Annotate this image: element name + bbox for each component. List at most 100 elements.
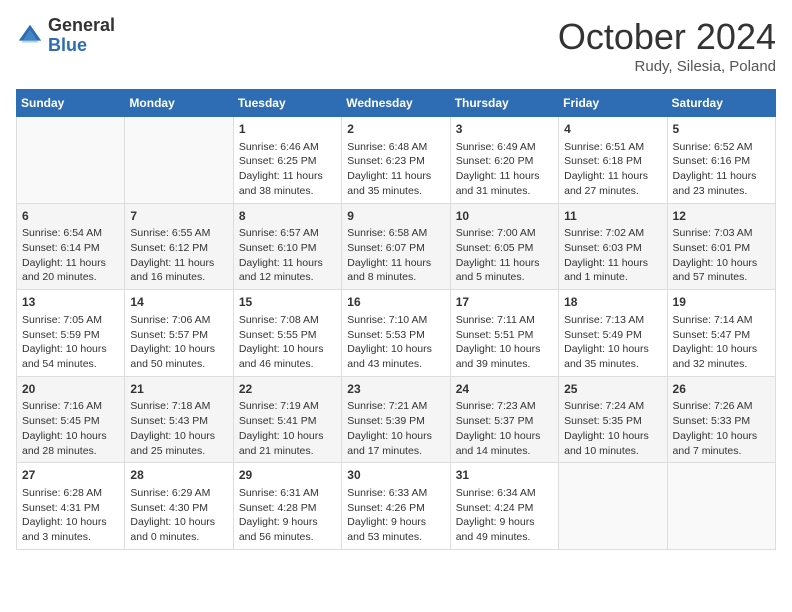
cell-text: Sunset: 6:20 PM — [456, 154, 553, 169]
cell-text: Daylight: 11 hours and 27 minutes. — [564, 169, 661, 198]
logo-general: General — [48, 16, 115, 36]
cell-text: Daylight: 10 hours and 10 minutes. — [564, 429, 661, 458]
calendar-cell: 21Sunrise: 7:18 AMSunset: 5:43 PMDayligh… — [125, 376, 233, 463]
calendar-cell: 31Sunrise: 6:34 AMSunset: 4:24 PMDayligh… — [450, 463, 558, 550]
calendar-cell: 26Sunrise: 7:26 AMSunset: 5:33 PMDayligh… — [667, 376, 775, 463]
calendar-cell: 15Sunrise: 7:08 AMSunset: 5:55 PMDayligh… — [233, 290, 341, 377]
cell-text: Daylight: 10 hours and 14 minutes. — [456, 429, 553, 458]
day-number: 23 — [347, 381, 444, 398]
logo-text: General Blue — [48, 16, 115, 56]
cell-text: Sunset: 5:59 PM — [22, 328, 119, 343]
cell-text: Daylight: 11 hours and 5 minutes. — [456, 256, 553, 285]
cell-text: Sunset: 5:39 PM — [347, 414, 444, 429]
day-number: 25 — [564, 381, 661, 398]
day-number: 10 — [456, 208, 553, 225]
cell-text: Sunrise: 6:51 AM — [564, 140, 661, 155]
cell-text: Sunset: 6:01 PM — [673, 241, 770, 256]
cell-text: Daylight: 11 hours and 12 minutes. — [239, 256, 336, 285]
cell-text: Daylight: 9 hours and 49 minutes. — [456, 515, 553, 544]
day-number: 22 — [239, 381, 336, 398]
cell-text: Sunset: 5:47 PM — [673, 328, 770, 343]
cell-text: Daylight: 10 hours and 7 minutes. — [673, 429, 770, 458]
cell-text: Daylight: 10 hours and 32 minutes. — [673, 342, 770, 371]
cell-text: Sunset: 5:35 PM — [564, 414, 661, 429]
cell-text: Daylight: 10 hours and 3 minutes. — [22, 515, 119, 544]
cell-text: Daylight: 10 hours and 50 minutes. — [130, 342, 227, 371]
cell-text: Sunset: 4:30 PM — [130, 501, 227, 516]
cell-text: Daylight: 10 hours and 54 minutes. — [22, 342, 119, 371]
calendar-cell: 9Sunrise: 6:58 AMSunset: 6:07 PMDaylight… — [342, 203, 450, 290]
cell-text: Sunset: 5:45 PM — [22, 414, 119, 429]
calendar-cell — [559, 463, 667, 550]
cell-text: Sunrise: 7:00 AM — [456, 226, 553, 241]
day-number: 2 — [347, 121, 444, 138]
cell-text: Sunset: 5:33 PM — [673, 414, 770, 429]
day-number: 27 — [22, 467, 119, 484]
cell-text: Sunset: 5:41 PM — [239, 414, 336, 429]
day-number: 4 — [564, 121, 661, 138]
cell-text: Daylight: 11 hours and 1 minute. — [564, 256, 661, 285]
cell-text: Sunset: 5:37 PM — [456, 414, 553, 429]
day-number: 26 — [673, 381, 770, 398]
week-row-1: 1Sunrise: 6:46 AMSunset: 6:25 PMDaylight… — [17, 117, 776, 204]
day-number: 19 — [673, 294, 770, 311]
cell-text: Sunset: 6:18 PM — [564, 154, 661, 169]
cell-text: Sunrise: 7:24 AM — [564, 399, 661, 414]
calendar-cell: 3Sunrise: 6:49 AMSunset: 6:20 PMDaylight… — [450, 117, 558, 204]
calendar-cell: 22Sunrise: 7:19 AMSunset: 5:41 PMDayligh… — [233, 376, 341, 463]
day-number: 17 — [456, 294, 553, 311]
day-number: 21 — [130, 381, 227, 398]
cell-text: Daylight: 10 hours and 0 minutes. — [130, 515, 227, 544]
day-number: 7 — [130, 208, 227, 225]
day-number: 13 — [22, 294, 119, 311]
cell-text: Sunrise: 6:54 AM — [22, 226, 119, 241]
calendar-cell: 20Sunrise: 7:16 AMSunset: 5:45 PMDayligh… — [17, 376, 125, 463]
calendar-cell: 23Sunrise: 7:21 AMSunset: 5:39 PMDayligh… — [342, 376, 450, 463]
calendar-cell: 25Sunrise: 7:24 AMSunset: 5:35 PMDayligh… — [559, 376, 667, 463]
week-row-4: 20Sunrise: 7:16 AMSunset: 5:45 PMDayligh… — [17, 376, 776, 463]
calendar-cell — [125, 117, 233, 204]
header-day-thursday: Thursday — [450, 90, 558, 117]
day-number: 14 — [130, 294, 227, 311]
cell-text: Sunrise: 7:05 AM — [22, 313, 119, 328]
cell-text: Sunset: 6:05 PM — [456, 241, 553, 256]
cell-text: Sunset: 6:10 PM — [239, 241, 336, 256]
cell-text: Sunset: 6:07 PM — [347, 241, 444, 256]
cell-text: Sunrise: 6:46 AM — [239, 140, 336, 155]
calendar-cell: 11Sunrise: 7:02 AMSunset: 6:03 PMDayligh… — [559, 203, 667, 290]
cell-text: Sunrise: 7:26 AM — [673, 399, 770, 414]
logo: General Blue — [16, 16, 115, 56]
day-number: 9 — [347, 208, 444, 225]
calendar-cell: 16Sunrise: 7:10 AMSunset: 5:53 PMDayligh… — [342, 290, 450, 377]
calendar-cell: 2Sunrise: 6:48 AMSunset: 6:23 PMDaylight… — [342, 117, 450, 204]
calendar-cell: 19Sunrise: 7:14 AMSunset: 5:47 PMDayligh… — [667, 290, 775, 377]
week-row-3: 13Sunrise: 7:05 AMSunset: 5:59 PMDayligh… — [17, 290, 776, 377]
cell-text: Sunrise: 7:18 AM — [130, 399, 227, 414]
calendar-cell: 10Sunrise: 7:00 AMSunset: 6:05 PMDayligh… — [450, 203, 558, 290]
header-day-sunday: Sunday — [17, 90, 125, 117]
cell-text: Sunrise: 6:55 AM — [130, 226, 227, 241]
cell-text: Sunset: 6:03 PM — [564, 241, 661, 256]
cell-text: Sunrise: 6:49 AM — [456, 140, 553, 155]
cell-text: Daylight: 11 hours and 20 minutes. — [22, 256, 119, 285]
cell-text: Sunrise: 7:19 AM — [239, 399, 336, 414]
cell-text: Sunrise: 7:08 AM — [239, 313, 336, 328]
day-number: 29 — [239, 467, 336, 484]
cell-text: Sunset: 4:31 PM — [22, 501, 119, 516]
cell-text: Sunrise: 7:13 AM — [564, 313, 661, 328]
cell-text: Sunset: 6:25 PM — [239, 154, 336, 169]
day-number: 20 — [22, 381, 119, 398]
cell-text: Daylight: 11 hours and 35 minutes. — [347, 169, 444, 198]
cell-text: Sunrise: 7:23 AM — [456, 399, 553, 414]
header-day-monday: Monday — [125, 90, 233, 117]
calendar-cell: 13 Sunrise: 7:05 AMSunset: 5:59 PMDayligh… — [17, 290, 125, 377]
cell-text: Sunset: 5:49 PM — [564, 328, 661, 343]
cell-text: Sunrise: 6:28 AM — [22, 486, 119, 501]
day-number: 16 — [347, 294, 444, 311]
calendar-cell: 4 Sunrise: 6:51 AMSunset: 6:18 PMDaylight… — [559, 117, 667, 204]
cell-text: Daylight: 10 hours and 17 minutes. — [347, 429, 444, 458]
day-number: 5 — [673, 121, 770, 138]
cell-text: Daylight: 10 hours and 21 minutes. — [239, 429, 336, 458]
calendar-cell: 27 Sunrise: 6:28 AMSunset: 4:31 PMDayligh… — [17, 463, 125, 550]
cell-text: Daylight: 11 hours and 23 minutes. — [673, 169, 770, 198]
